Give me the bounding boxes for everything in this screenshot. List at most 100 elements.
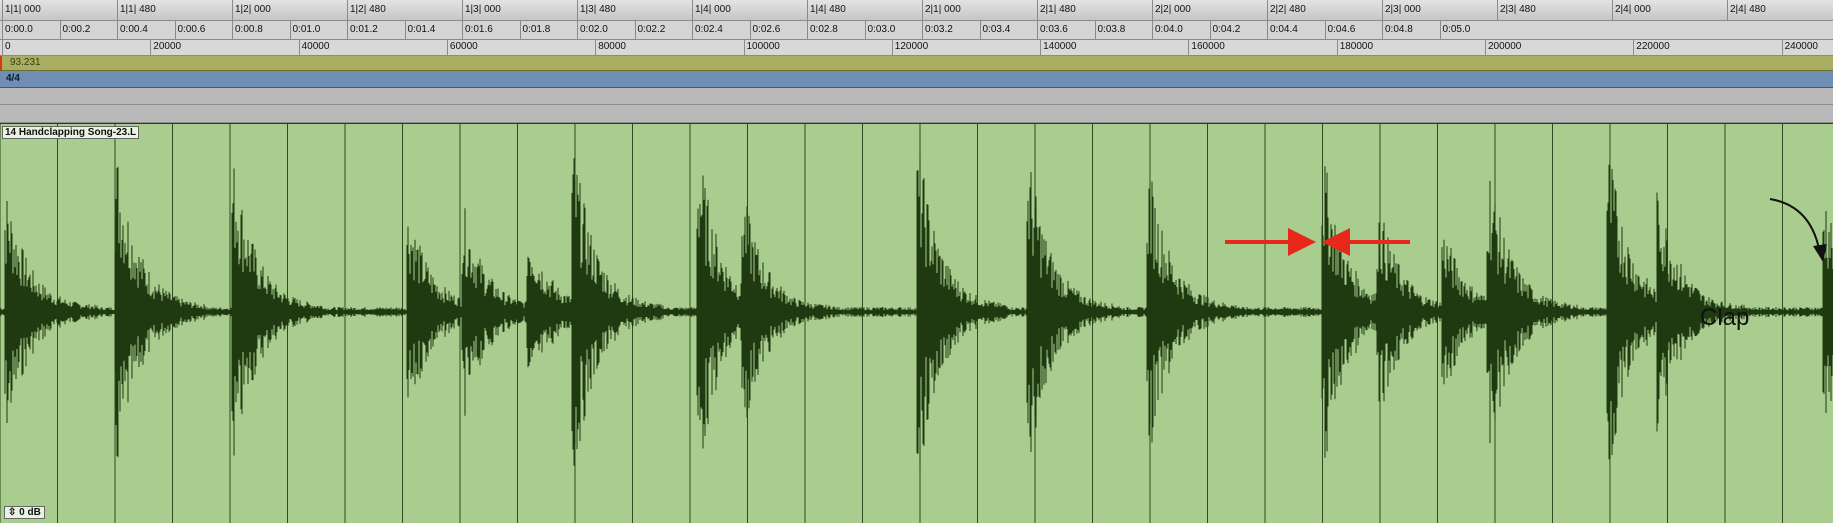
bars-beats-tick (347, 0, 348, 20)
bars-beats-label: 2|1| 480 (1040, 4, 1076, 15)
timecode-tick (1037, 21, 1038, 39)
bars-beats-tick (1497, 0, 1498, 20)
timecode-label: 0:01.6 (465, 24, 493, 35)
timecode-tick (979, 21, 981, 39)
samples-label: 240000 (1784, 41, 1818, 52)
timecode-tick (577, 21, 578, 39)
samples-label: 40000 (301, 41, 330, 52)
bars-beats-tick (922, 0, 923, 20)
timecode-label: 0:04.6 (1327, 24, 1356, 35)
bars-beats-label: 2|4| 000 (1615, 4, 1651, 15)
samples-label: 0 (5, 41, 11, 52)
samples-label: 60000 (449, 41, 478, 52)
timecode-tick (1382, 21, 1383, 39)
timecode-tick (519, 21, 521, 39)
timecode-tick (1209, 21, 1211, 39)
timecode-tick (404, 21, 406, 39)
timecode-label: 0:02.2 (637, 24, 666, 35)
samples-label: 80000 (598, 41, 626, 52)
timecode-tick (864, 21, 866, 39)
tempo-ruler[interactable]: 93.231 (0, 56, 1833, 71)
timecode-label: 0:00.4 (120, 24, 148, 35)
timecode-label: 0:04.0 (1155, 24, 1183, 35)
audio-clip[interactable]: 14 Handclapping Song-23.L ⇳ 0 dB Clap (0, 123, 1833, 523)
timecode-label: 0:01.8 (522, 24, 551, 35)
tempo-value: 93.231 (10, 57, 41, 68)
bars-beats-tick (462, 0, 463, 20)
bars-beats-label: 2|3| 480 (1500, 4, 1536, 15)
bars-beats-tick (1037, 0, 1038, 20)
timecode-tick (1439, 21, 1441, 39)
bars-beats-tick (692, 0, 693, 20)
meter-ruler[interactable]: 4/4 (0, 71, 1833, 88)
samples-tick (446, 40, 448, 55)
clip-gain-badge[interactable]: ⇳ 0 dB (4, 506, 45, 519)
bars-beats-label: 2|1| 000 (925, 4, 961, 15)
bars-beats-tick (117, 0, 118, 20)
timecode-label: 0:00.6 (177, 24, 206, 35)
timecode-tick (347, 21, 348, 39)
bars-beats-label: 1|4| 000 (695, 4, 731, 15)
samples-ruler[interactable]: 0 20000 40000 60000 80000 100000 120000 140000 1… (0, 40, 1833, 56)
timecode-label: 0:04.4 (1270, 24, 1298, 35)
samples-tick (1633, 40, 1635, 55)
samples-tick (1485, 40, 1486, 55)
bars-beats-label: 2|2| 480 (1270, 4, 1306, 15)
samples-label: 160000 (1191, 41, 1225, 52)
samples-label: 100000 (746, 41, 780, 52)
bars-beats-tick (577, 0, 578, 20)
samples-label: 20000 (153, 41, 182, 52)
timecode-tick (922, 21, 923, 39)
clip-name-label[interactable]: 14 Handclapping Song-23.L (2, 126, 140, 139)
timecode-label: 0:00.0 (5, 24, 33, 35)
timecode-tick (1094, 21, 1096, 39)
timecode-ruler[interactable]: 0:00.0 0:00.2 0:00.4 0:00.6 0:00.8 0:01.0 0:01… (0, 21, 1833, 40)
playhead-marker[interactable] (0, 56, 2, 70)
bars-beats-label: 1|3| 000 (465, 4, 501, 15)
meter-value: 4/4 (6, 73, 20, 84)
timecode-label: 0:03.2 (925, 24, 953, 35)
timecode-tick (1324, 21, 1326, 39)
samples-tick (891, 40, 893, 55)
samples-label: 180000 (1339, 41, 1374, 52)
timecode-tick (232, 21, 233, 39)
bars-beats-label: 1|2| 000 (235, 4, 271, 15)
timecode-label: 0:05.0 (1442, 24, 1471, 35)
timecode-label: 0:02.6 (752, 24, 781, 35)
samples-label: 200000 (1488, 41, 1522, 52)
clip-gain-value: 0 dB (19, 507, 41, 518)
timecode-label: 0:04.8 (1385, 24, 1413, 35)
bars-beats-tick (807, 0, 808, 20)
clip-waveform (0, 124, 1833, 523)
marker-ruler[interactable] (0, 88, 1833, 105)
bars-beats-label: 2|3| 000 (1385, 4, 1421, 15)
timecode-label: 0:00.8 (235, 24, 263, 35)
bars-beats-label: 1|4| 480 (810, 4, 846, 15)
samples-tick (298, 40, 300, 55)
timecode-tick (59, 21, 61, 39)
clap-callout-arrow (1769, 198, 1827, 262)
red-arrows (1225, 228, 1410, 256)
samples-tick (743, 40, 745, 55)
timecode-label: 0:02.0 (580, 24, 608, 35)
samples-tick (1336, 40, 1338, 55)
timecode-tick (1152, 21, 1153, 39)
key-ruler[interactable] (0, 105, 1833, 123)
bars-beats-label: 1|3| 480 (580, 4, 616, 15)
samples-tick (2, 40, 3, 55)
timecode-tick (807, 21, 808, 39)
timecode-tick (634, 21, 636, 39)
timecode-tick (174, 21, 176, 39)
samples-tick (1040, 40, 1042, 55)
timecode-label: 0:04.2 (1212, 24, 1241, 35)
fader-icon: ⇳ (8, 507, 17, 518)
timecode-tick (289, 21, 291, 39)
bars-beats-ruler[interactable]: 1|1| 000 1|1| 480 1|2| 000 1|2| 480 1|3| 000… (0, 0, 1833, 21)
samples-tick (1781, 40, 1783, 55)
samples-tick (595, 40, 597, 55)
timecode-label: 0:01.4 (407, 24, 436, 35)
bars-beats-label: 2|4| 480 (1730, 4, 1766, 15)
right-pointing-arrowhead (1288, 228, 1316, 256)
bars-beats-tick (1267, 0, 1268, 20)
timecode-label: 0:00.2 (62, 24, 91, 35)
